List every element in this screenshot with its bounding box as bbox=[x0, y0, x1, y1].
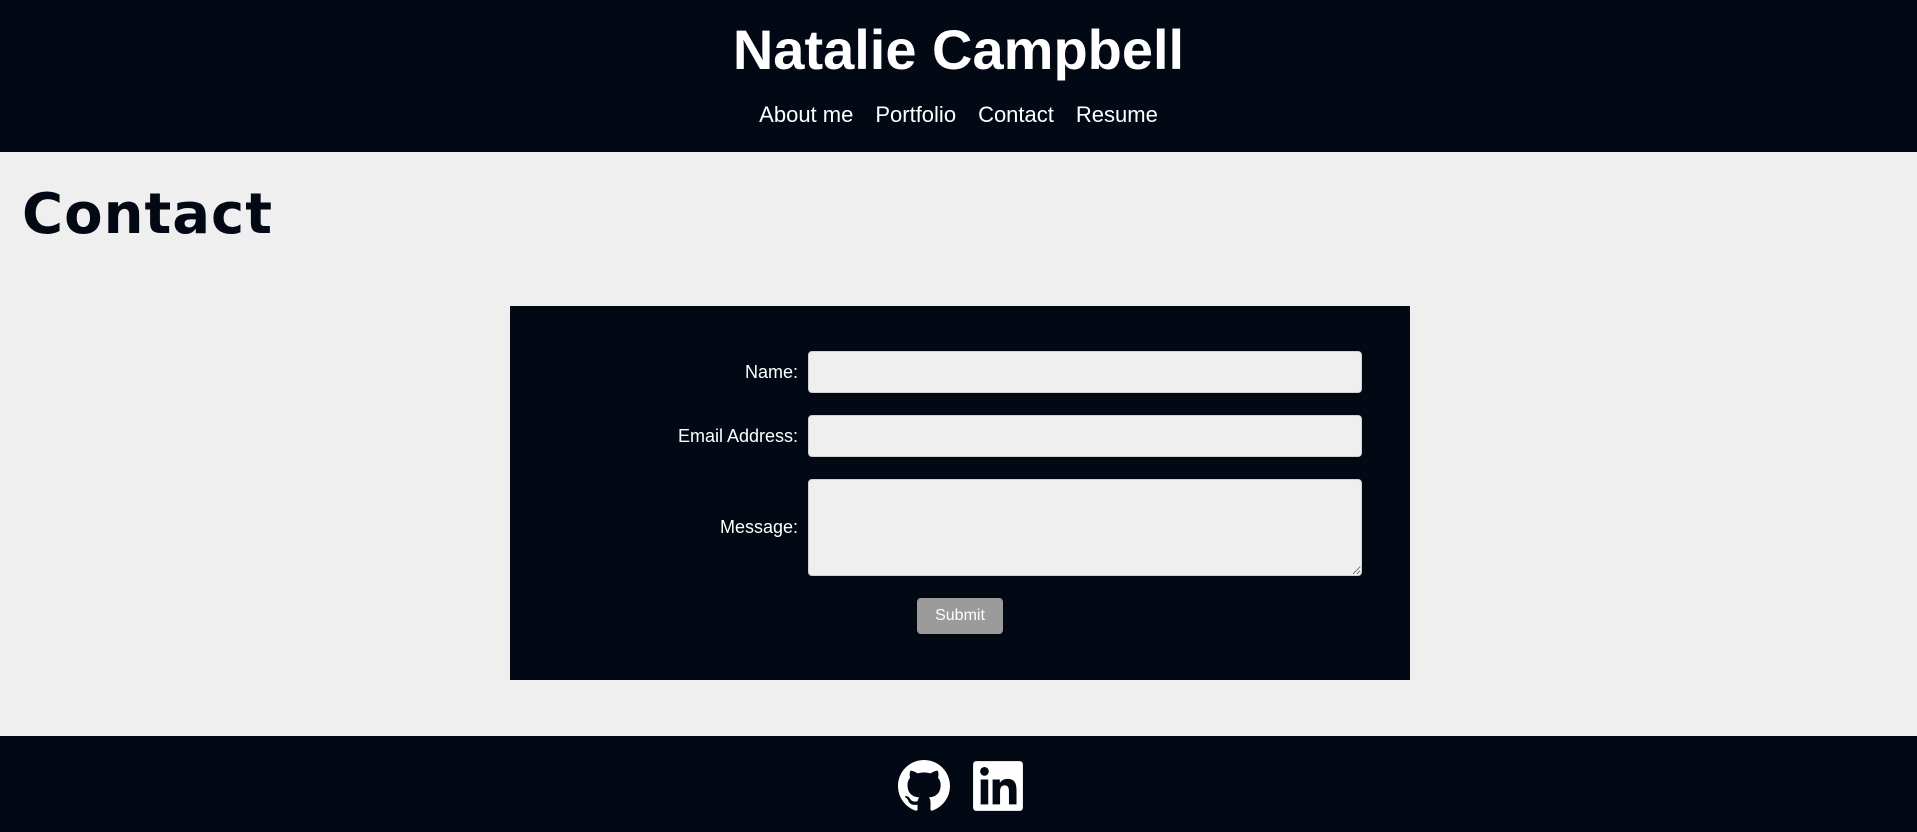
github-link[interactable] bbox=[898, 760, 950, 812]
message-label: Message: bbox=[719, 517, 798, 537]
message-row: Message: bbox=[510, 479, 1410, 576]
nav-link-portfolio[interactable]: Portfolio bbox=[875, 100, 956, 130]
site-header: Natalie Campbell About me Portfolio Cont… bbox=[0, 0, 1917, 152]
page-title: Contact bbox=[22, 182, 273, 247]
name-input[interactable] bbox=[808, 351, 1362, 393]
site-title: Natalie Campbell bbox=[732, 18, 1185, 81]
main-nav: About me Portfolio Contact Resume bbox=[0, 100, 1917, 130]
linkedin-link[interactable] bbox=[972, 760, 1024, 812]
email-row: Email Address: bbox=[510, 415, 1410, 457]
email-label: Email Address: bbox=[677, 426, 798, 446]
github-icon bbox=[898, 760, 950, 811]
email-input[interactable] bbox=[808, 415, 1362, 457]
nav-link-resume[interactable]: Resume bbox=[1076, 100, 1158, 130]
linkedin-icon bbox=[973, 761, 1023, 811]
nav-link-about-me[interactable]: About me bbox=[759, 100, 853, 130]
submit-button[interactable]: Submit bbox=[917, 598, 1003, 634]
name-label: Name: bbox=[744, 362, 798, 382]
name-row: Name: bbox=[510, 351, 1410, 393]
nav-link-contact[interactable]: Contact bbox=[978, 100, 1054, 130]
message-textarea[interactable] bbox=[808, 479, 1362, 576]
site-footer bbox=[0, 736, 1917, 832]
contact-form: Name: Email Address: Message: Submit bbox=[510, 306, 1410, 680]
